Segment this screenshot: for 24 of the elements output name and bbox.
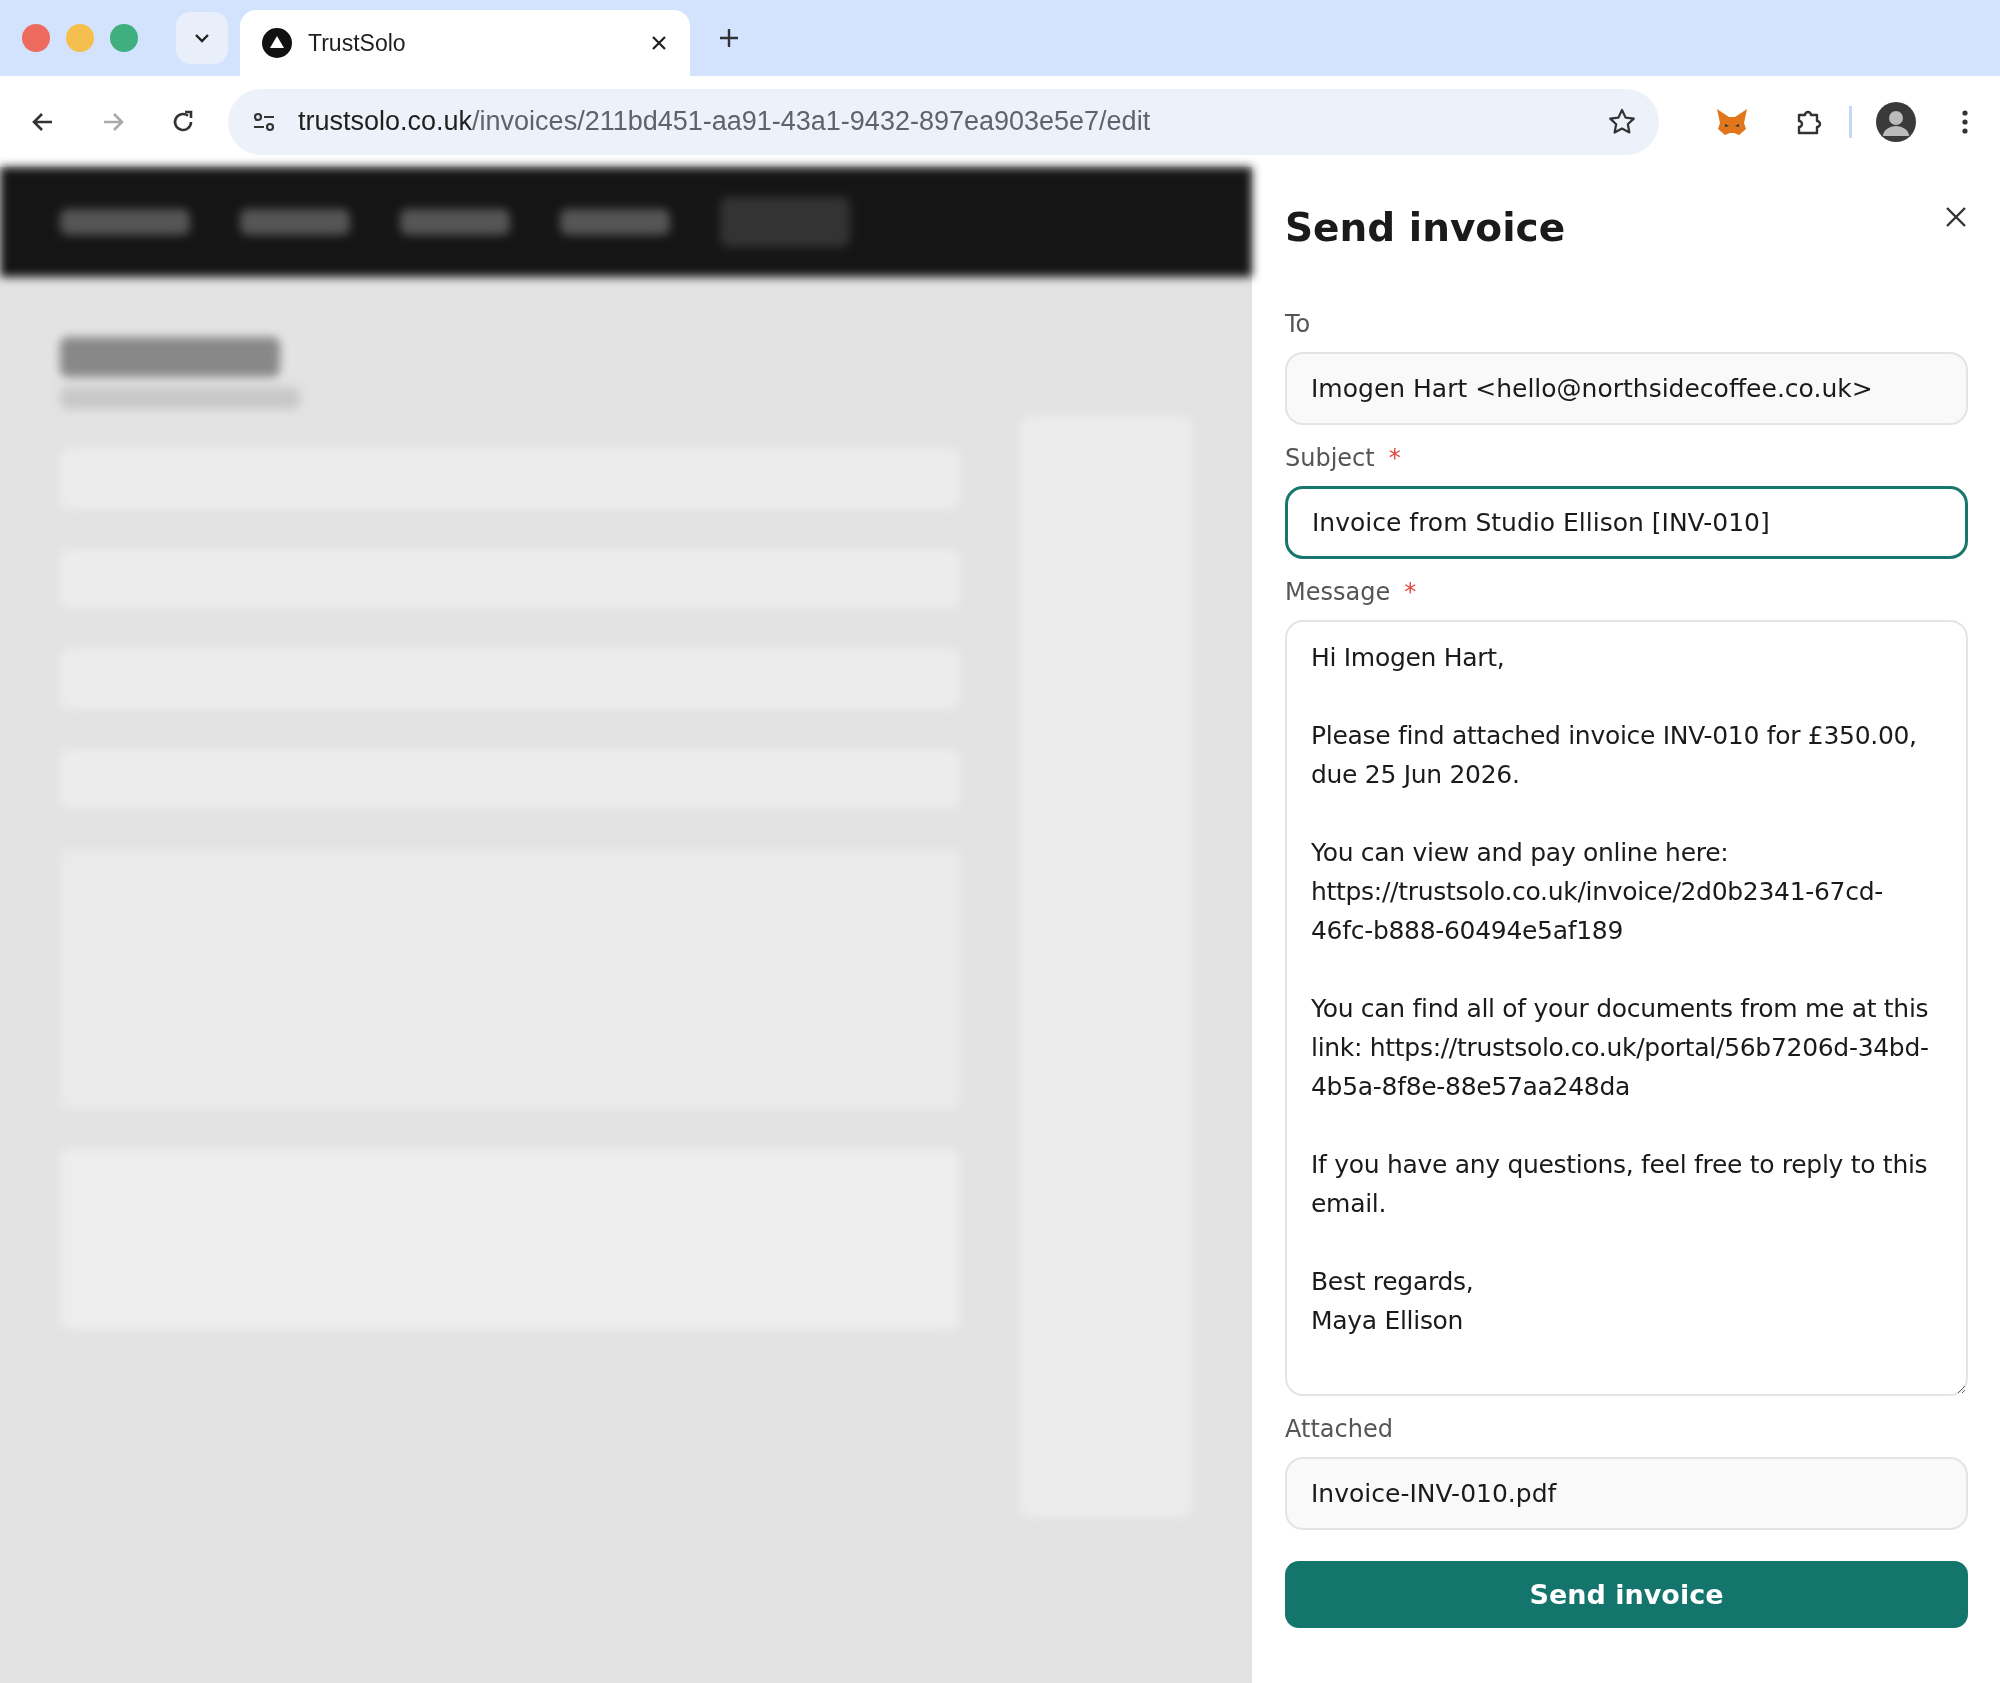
close-tab-icon[interactable] — [650, 34, 668, 52]
url-text: trustsolo.co.uk/invoices/211bd451-aa91-43a1-9432-897ea903e5e7/edit — [298, 106, 1152, 137]
field-label: To — [1285, 310, 1311, 338]
required-asterisk: * — [1404, 578, 1417, 606]
panel-title: Send invoice — [1285, 205, 1566, 250]
profile-avatar-icon[interactable] — [1876, 101, 1916, 142]
fox-extension-icon[interactable] — [1715, 106, 1749, 137]
message-field[interactable]: Hi Imogen Hart, Please find attached invoice INV-010 for £350.00, due 25 Jun 2026. You can view and pay online here: https://trustsolo.co.uk/invoice/2d0b2341-67cd-46fc-b888-60494e5af189 You can find all of your documents from me at this link: https://trustsolo.co.uk/portal/56b7206d-34bd-4b5a-8f8e-88e57aa248da If you have any questions, feel free to reply to this email. Best regards, Maya Ellison — [1285, 620, 1968, 1396]
input-field[interactable]: Imogen Hart <hello@northsidecoffee.co.uk> — [1285, 352, 1968, 425]
address-bar[interactable]: trustsolo.co.uk/invoices/211bd451-aa91-43a1-9432-897ea903e5e7/edit — [228, 88, 1659, 155]
field-label: Attached — [1285, 1415, 1393, 1443]
input-field[interactable]: Invoice from Studio Ellison [INV-010] — [1285, 486, 1968, 559]
triangle-logo-icon — [262, 28, 292, 58]
field-label: Message — [1285, 578, 1391, 606]
field-label: Subject — [1285, 444, 1375, 472]
new-tab-icon[interactable] — [718, 27, 740, 49]
close-icon[interactable] — [1944, 205, 1968, 229]
browser-tab[interactable]: TrustSolo — [240, 10, 690, 76]
input-field[interactable]: Invoice-INV-010.pdf — [1285, 1457, 1968, 1530]
more-menu-icon[interactable] — [1960, 107, 1970, 136]
tab-title: TrustSolo — [308, 29, 407, 57]
bookmark-star-icon[interactable] — [1607, 106, 1637, 137]
send-invoice-button[interactable]: Send invoice — [1285, 1561, 1968, 1628]
required-asterisk: * — [1388, 444, 1401, 472]
